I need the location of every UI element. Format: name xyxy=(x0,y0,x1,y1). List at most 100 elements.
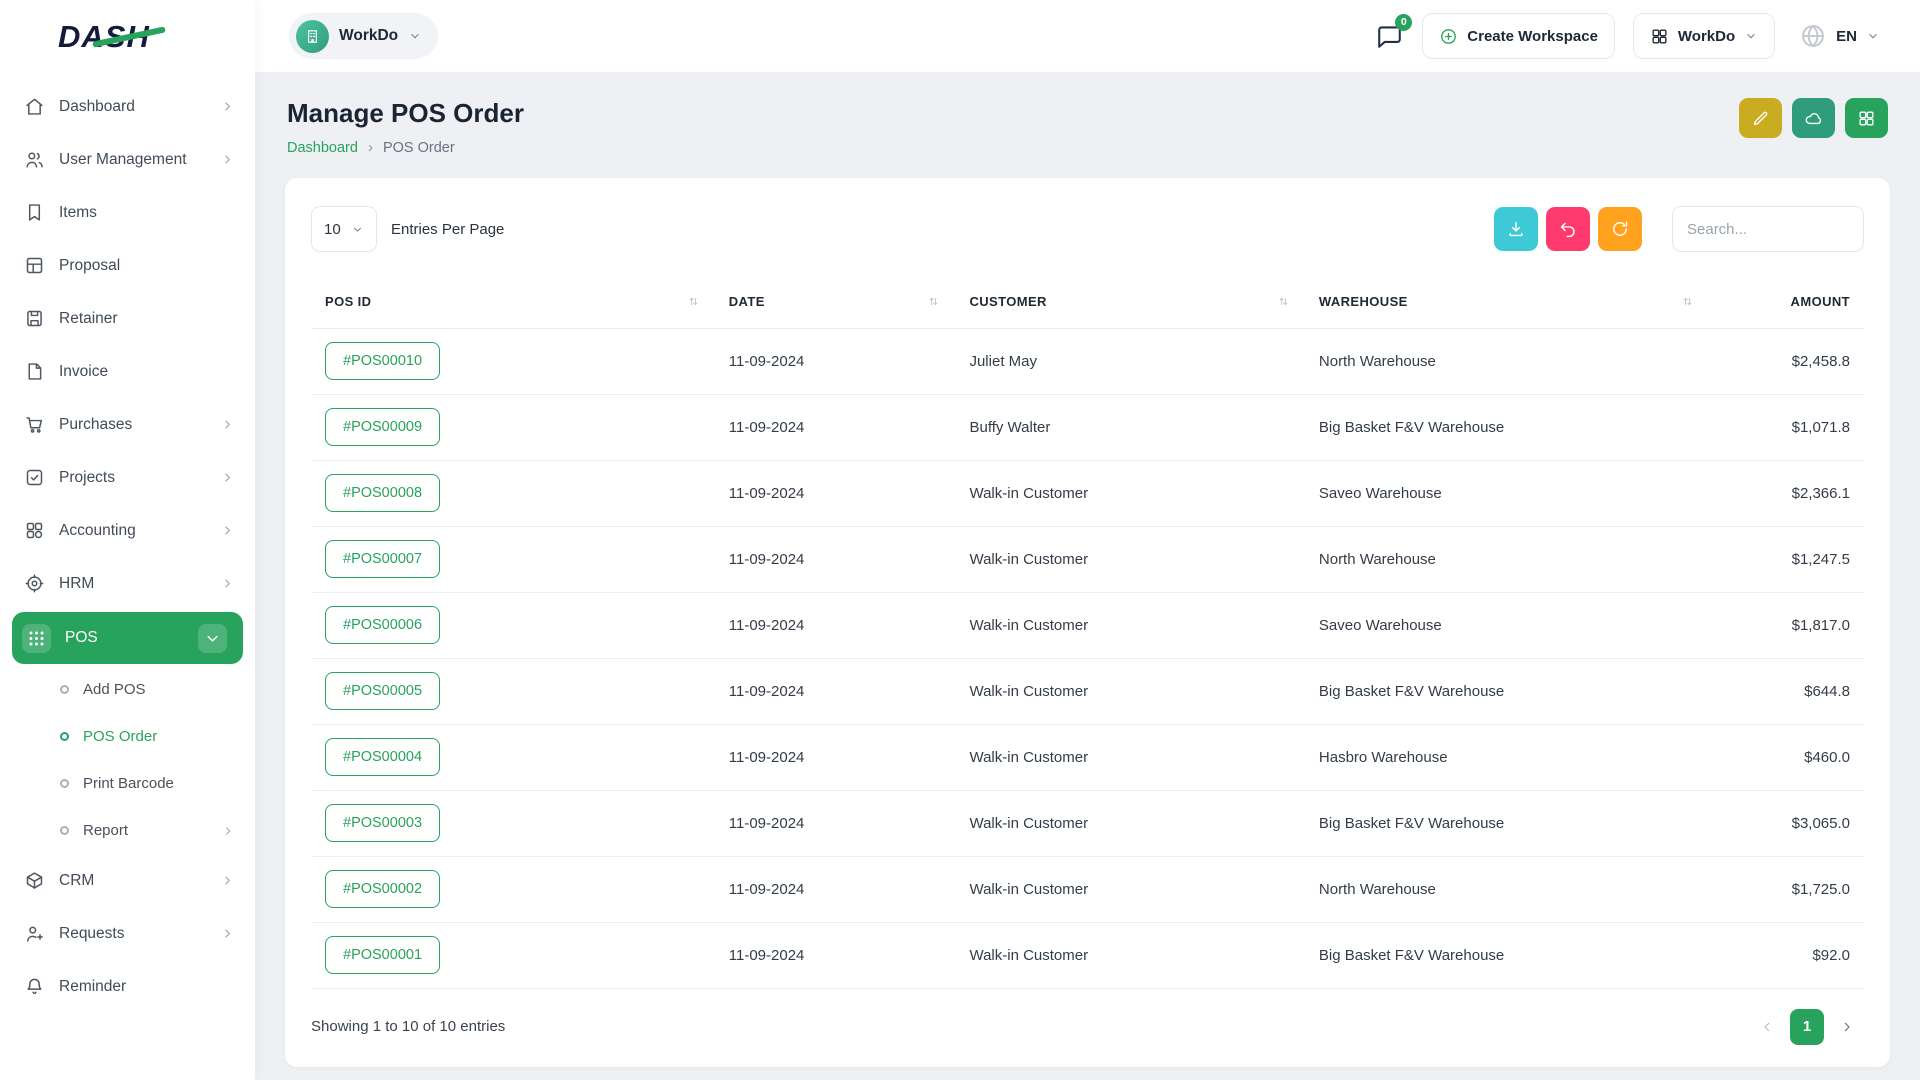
sidebar-item-items[interactable]: Items xyxy=(0,186,255,239)
sidebar-item-invoice[interactable]: Invoice xyxy=(0,345,255,398)
cell-pos-id: #POS00006 xyxy=(311,592,715,658)
sidebar-subitem-add-pos[interactable]: Add POS xyxy=(0,666,255,713)
chevron-right-icon xyxy=(220,470,235,485)
cell-customer: Walk-in Customer xyxy=(955,658,1304,724)
sidebar-item-reminder[interactable]: Reminder xyxy=(0,960,255,1013)
workspace-switcher[interactable]: WorkDo xyxy=(289,13,438,59)
language-button[interactable]: EN xyxy=(1793,21,1886,51)
sidebar-item-label: Reminder xyxy=(59,978,126,996)
create-workspace-button[interactable]: Create Workspace xyxy=(1422,13,1615,59)
create-workspace-label: Create Workspace xyxy=(1467,28,1598,45)
column-label: POS ID xyxy=(325,294,371,309)
pos-id-badge[interactable]: #POS00009 xyxy=(325,408,440,446)
sidebar-item-dashboard[interactable]: Dashboard xyxy=(0,80,255,133)
cell-warehouse: Big Basket F&V Warehouse xyxy=(1305,394,1709,460)
cell-customer: Walk-in Customer xyxy=(955,856,1304,922)
sidebar-item-label: Accounting xyxy=(59,522,136,540)
messages-button[interactable]: 0 xyxy=(1375,22,1404,51)
cell-customer: Walk-in Customer xyxy=(955,460,1304,526)
sidebar-item-retainer[interactable]: Retainer xyxy=(0,292,255,345)
cell-date: 11-09-2024 xyxy=(715,922,956,988)
app-logo[interactable]: DASH xyxy=(0,0,255,74)
sidebar-item-user-management[interactable]: User Management xyxy=(0,133,255,186)
sidebar-item-label: Requests xyxy=(59,925,124,943)
sidebar-item-purchases[interactable]: Purchases xyxy=(0,398,255,451)
cell-pos-id: #POS00009 xyxy=(311,394,715,460)
sort-icon[interactable] xyxy=(1680,294,1695,309)
cell-customer: Walk-in Customer xyxy=(955,724,1304,790)
sidebar-subitem-label: POS Order xyxy=(83,728,157,745)
pos-id-badge[interactable]: #POS00007 xyxy=(325,540,440,578)
table-row: #POS0000511-09-2024Walk-in CustomerBig B… xyxy=(311,658,1864,724)
pos-id-badge[interactable]: #POS00008 xyxy=(325,474,440,512)
pos-icon xyxy=(22,624,51,653)
column-header-customer[interactable]: CUSTOMER xyxy=(955,276,1304,328)
cell-amount: $1,071.8 xyxy=(1709,394,1864,460)
sidebar-item-hrm[interactable]: HRM xyxy=(0,557,255,610)
breadcrumb-dashboard-link[interactable]: Dashboard xyxy=(287,140,358,156)
sidebar-subitem-report[interactable]: Report xyxy=(0,807,255,854)
sidebar-item-crm[interactable]: CRM xyxy=(0,854,255,907)
column-header-amount[interactable]: AMOUNT xyxy=(1709,276,1864,328)
column-header-pos-id[interactable]: POS ID xyxy=(311,276,715,328)
bullet-icon xyxy=(60,779,69,788)
workspace-name: WorkDo xyxy=(339,27,398,45)
cell-pos-id: #POS00010 xyxy=(311,328,715,394)
users-icon xyxy=(24,149,45,170)
sidebar-item-label: Items xyxy=(59,204,97,222)
pos-id-badge[interactable]: #POS00004 xyxy=(325,738,440,776)
pos-id-badge[interactable]: #POS00010 xyxy=(325,342,440,380)
app-root: DASH Dashboard User Management Items Propos… xyxy=(0,0,1920,1080)
pos-id-badge[interactable]: #POS00006 xyxy=(325,606,440,644)
workdo-menu-label: WorkDo xyxy=(1678,28,1735,45)
sidebar-item-pos[interactable]: POS xyxy=(12,612,243,664)
column-header-warehouse[interactable]: WAREHOUSE xyxy=(1305,276,1709,328)
sort-icon[interactable] xyxy=(686,294,701,309)
table-row: #POS0000611-09-2024Walk-in CustomerSaveo… xyxy=(311,592,1864,658)
sort-icon[interactable] xyxy=(1276,294,1291,309)
pos-id-badge[interactable]: #POS00003 xyxy=(325,804,440,842)
export-button[interactable] xyxy=(1494,207,1538,251)
sidebar-item-requests[interactable]: Requests xyxy=(0,907,255,960)
topbar-actions: 0 Create Workspace WorkDo EN xyxy=(1375,13,1886,59)
workdo-menu-button[interactable]: WorkDo xyxy=(1633,13,1775,59)
crm-icon xyxy=(24,870,45,891)
sidebar-subitem-pos-order[interactable]: POS Order xyxy=(0,713,255,760)
theme-customize-button[interactable] xyxy=(1739,98,1782,138)
entries-per-page-select[interactable]: 10 xyxy=(311,206,377,252)
cell-amount: $1,247.5 xyxy=(1709,526,1864,592)
sidebar-item-proposal[interactable]: Proposal xyxy=(0,239,255,292)
table-row: #POS0000711-09-2024Walk-in CustomerNorth… xyxy=(311,526,1864,592)
chevron-down-icon xyxy=(351,223,364,236)
page-1-button[interactable]: 1 xyxy=(1790,1009,1824,1045)
sidebar-item-label: HRM xyxy=(59,575,94,593)
sidebar-item-accounting[interactable]: Accounting xyxy=(0,504,255,557)
search-input[interactable] xyxy=(1672,206,1864,252)
sort-icon[interactable] xyxy=(926,294,941,309)
cell-pos-id: #POS00003 xyxy=(311,790,715,856)
cell-warehouse: Hasbro Warehouse xyxy=(1305,724,1709,790)
sidebar-nav: Dashboard User Management Items ProposalRet… xyxy=(0,74,255,1013)
sidebar-item-label: Purchases xyxy=(59,416,132,434)
storage-button[interactable] xyxy=(1792,98,1835,138)
sidebar-subitem-print-barcode[interactable]: Print Barcode xyxy=(0,760,255,807)
column-header-date[interactable]: DATE xyxy=(715,276,956,328)
refresh-button[interactable] xyxy=(1598,207,1642,251)
pos-id-badge[interactable]: #POS00002 xyxy=(325,870,440,908)
table-row: #POS0000411-09-2024Walk-in CustomerHasbr… xyxy=(311,724,1864,790)
pos-id-badge[interactable]: #POS00001 xyxy=(325,936,440,974)
refresh-icon xyxy=(1610,219,1630,239)
prev-page-button[interactable] xyxy=(1750,1009,1784,1045)
sidebar-item-projects[interactable]: Projects xyxy=(0,451,255,504)
reset-button[interactable] xyxy=(1546,207,1590,251)
content-area: Manage POS Order Dashboard › POS Order xyxy=(255,72,1920,1080)
pos-id-badge[interactable]: #POS00005 xyxy=(325,672,440,710)
chevron-right-icon xyxy=(221,824,235,838)
next-page-button[interactable] xyxy=(1830,1009,1864,1045)
accounting-icon xyxy=(24,520,45,541)
sidebar-item-label: Projects xyxy=(59,469,115,487)
sidebar-item-label: User Management xyxy=(59,151,187,169)
hrm-icon xyxy=(24,573,45,594)
cell-pos-id: #POS00004 xyxy=(311,724,715,790)
apps-grid-button[interactable] xyxy=(1845,98,1888,138)
